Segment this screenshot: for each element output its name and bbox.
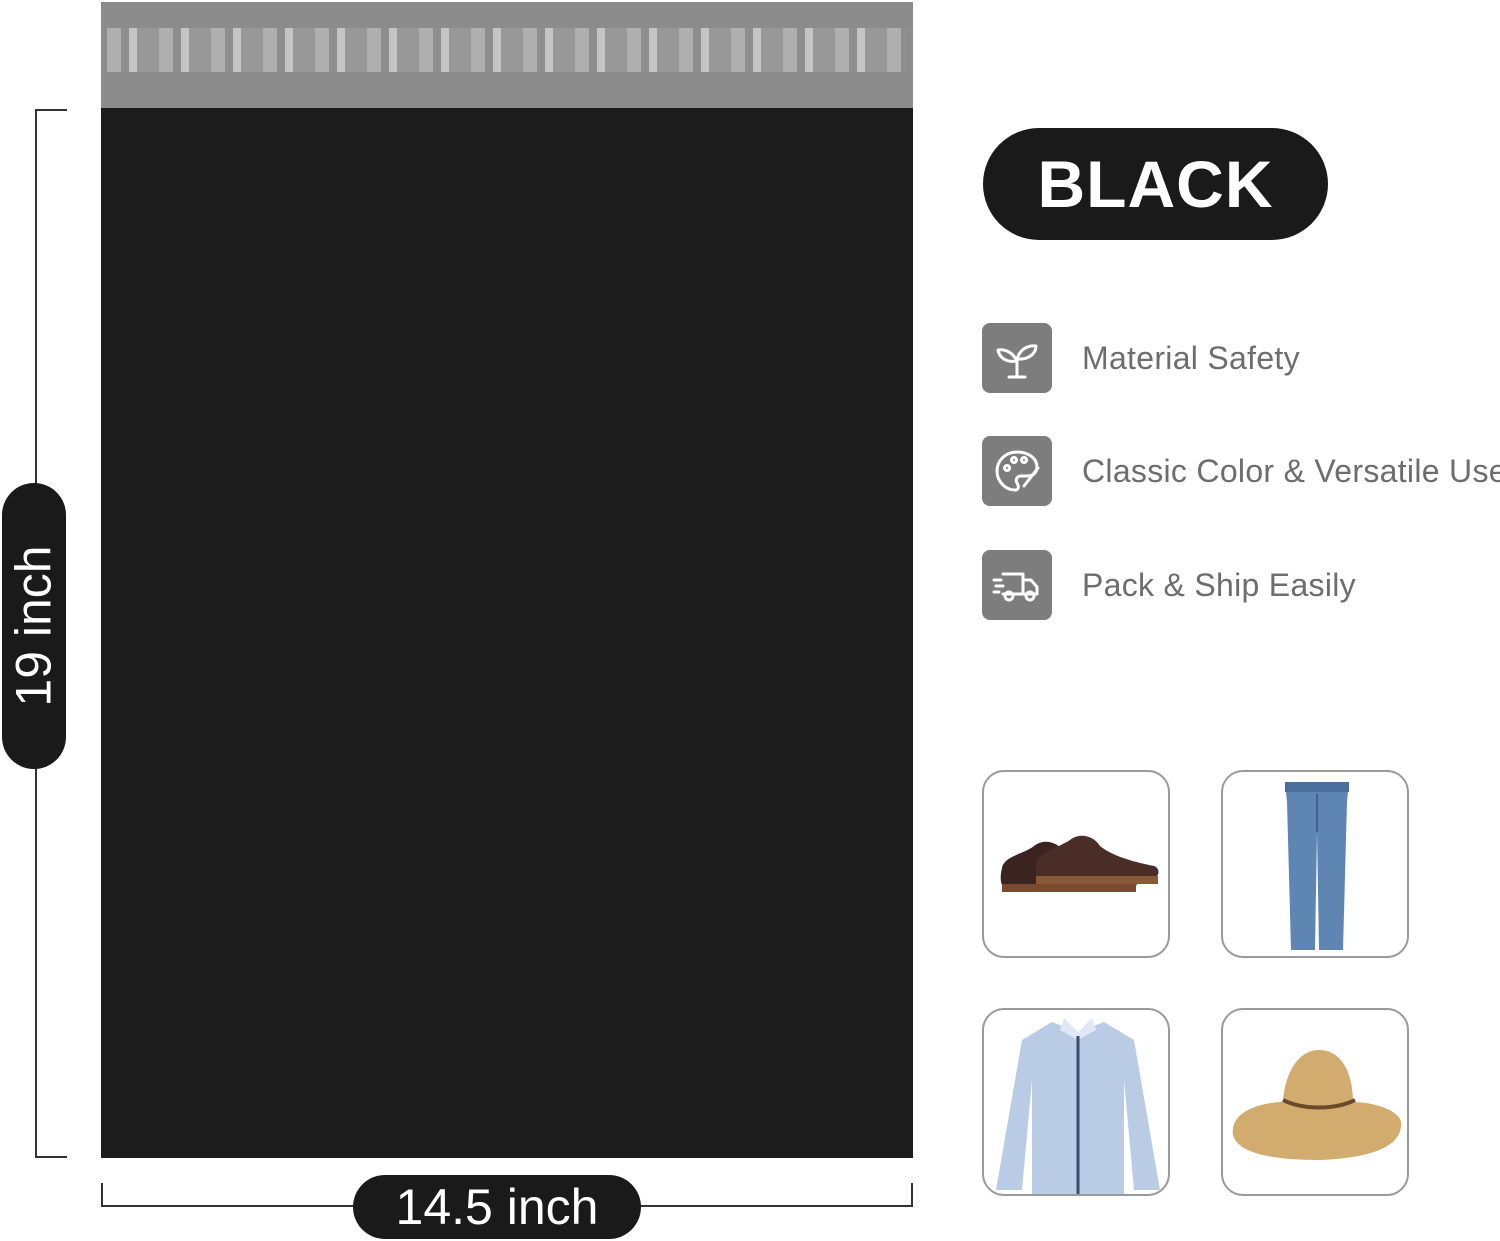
width-dimension-tick-left	[101, 1183, 103, 1207]
color-badge-label: BLACK	[1037, 147, 1274, 221]
mailer-bag-image	[101, 108, 913, 1158]
height-dimension-tick-top	[35, 109, 67, 111]
color-badge: BLACK	[983, 128, 1328, 240]
feature-label: Pack & Ship Easily	[1082, 566, 1356, 603]
sprout-icon	[982, 323, 1052, 393]
width-label-pill: 14.5 inch	[353, 1175, 641, 1239]
height-label: 19 inch	[6, 545, 63, 707]
feature-classic-color: Classic Color & Versatile Use	[982, 435, 1500, 507]
adhesive-tape	[107, 28, 907, 72]
feature-label: Material Safety	[1082, 339, 1300, 376]
jeans-image	[1221, 770, 1409, 958]
width-dimension-tick-right	[911, 1183, 913, 1207]
feature-pack-ship: Pack & Ship Easily	[982, 549, 1356, 621]
height-label-pill: 19 inch	[2, 483, 66, 769]
feature-material-safety: Material Safety	[982, 322, 1300, 394]
height-dimension-tick-bottom	[35, 1156, 67, 1158]
mailer-seal-strip	[101, 2, 913, 108]
hat-image	[1221, 1008, 1409, 1196]
shoes-image	[982, 770, 1170, 958]
delivery-truck-icon	[982, 550, 1052, 620]
feature-label: Classic Color & Versatile Use	[1082, 452, 1500, 489]
width-label: 14.5 inch	[395, 1179, 599, 1235]
shirt-image	[982, 1008, 1170, 1196]
palette-icon	[982, 436, 1052, 506]
